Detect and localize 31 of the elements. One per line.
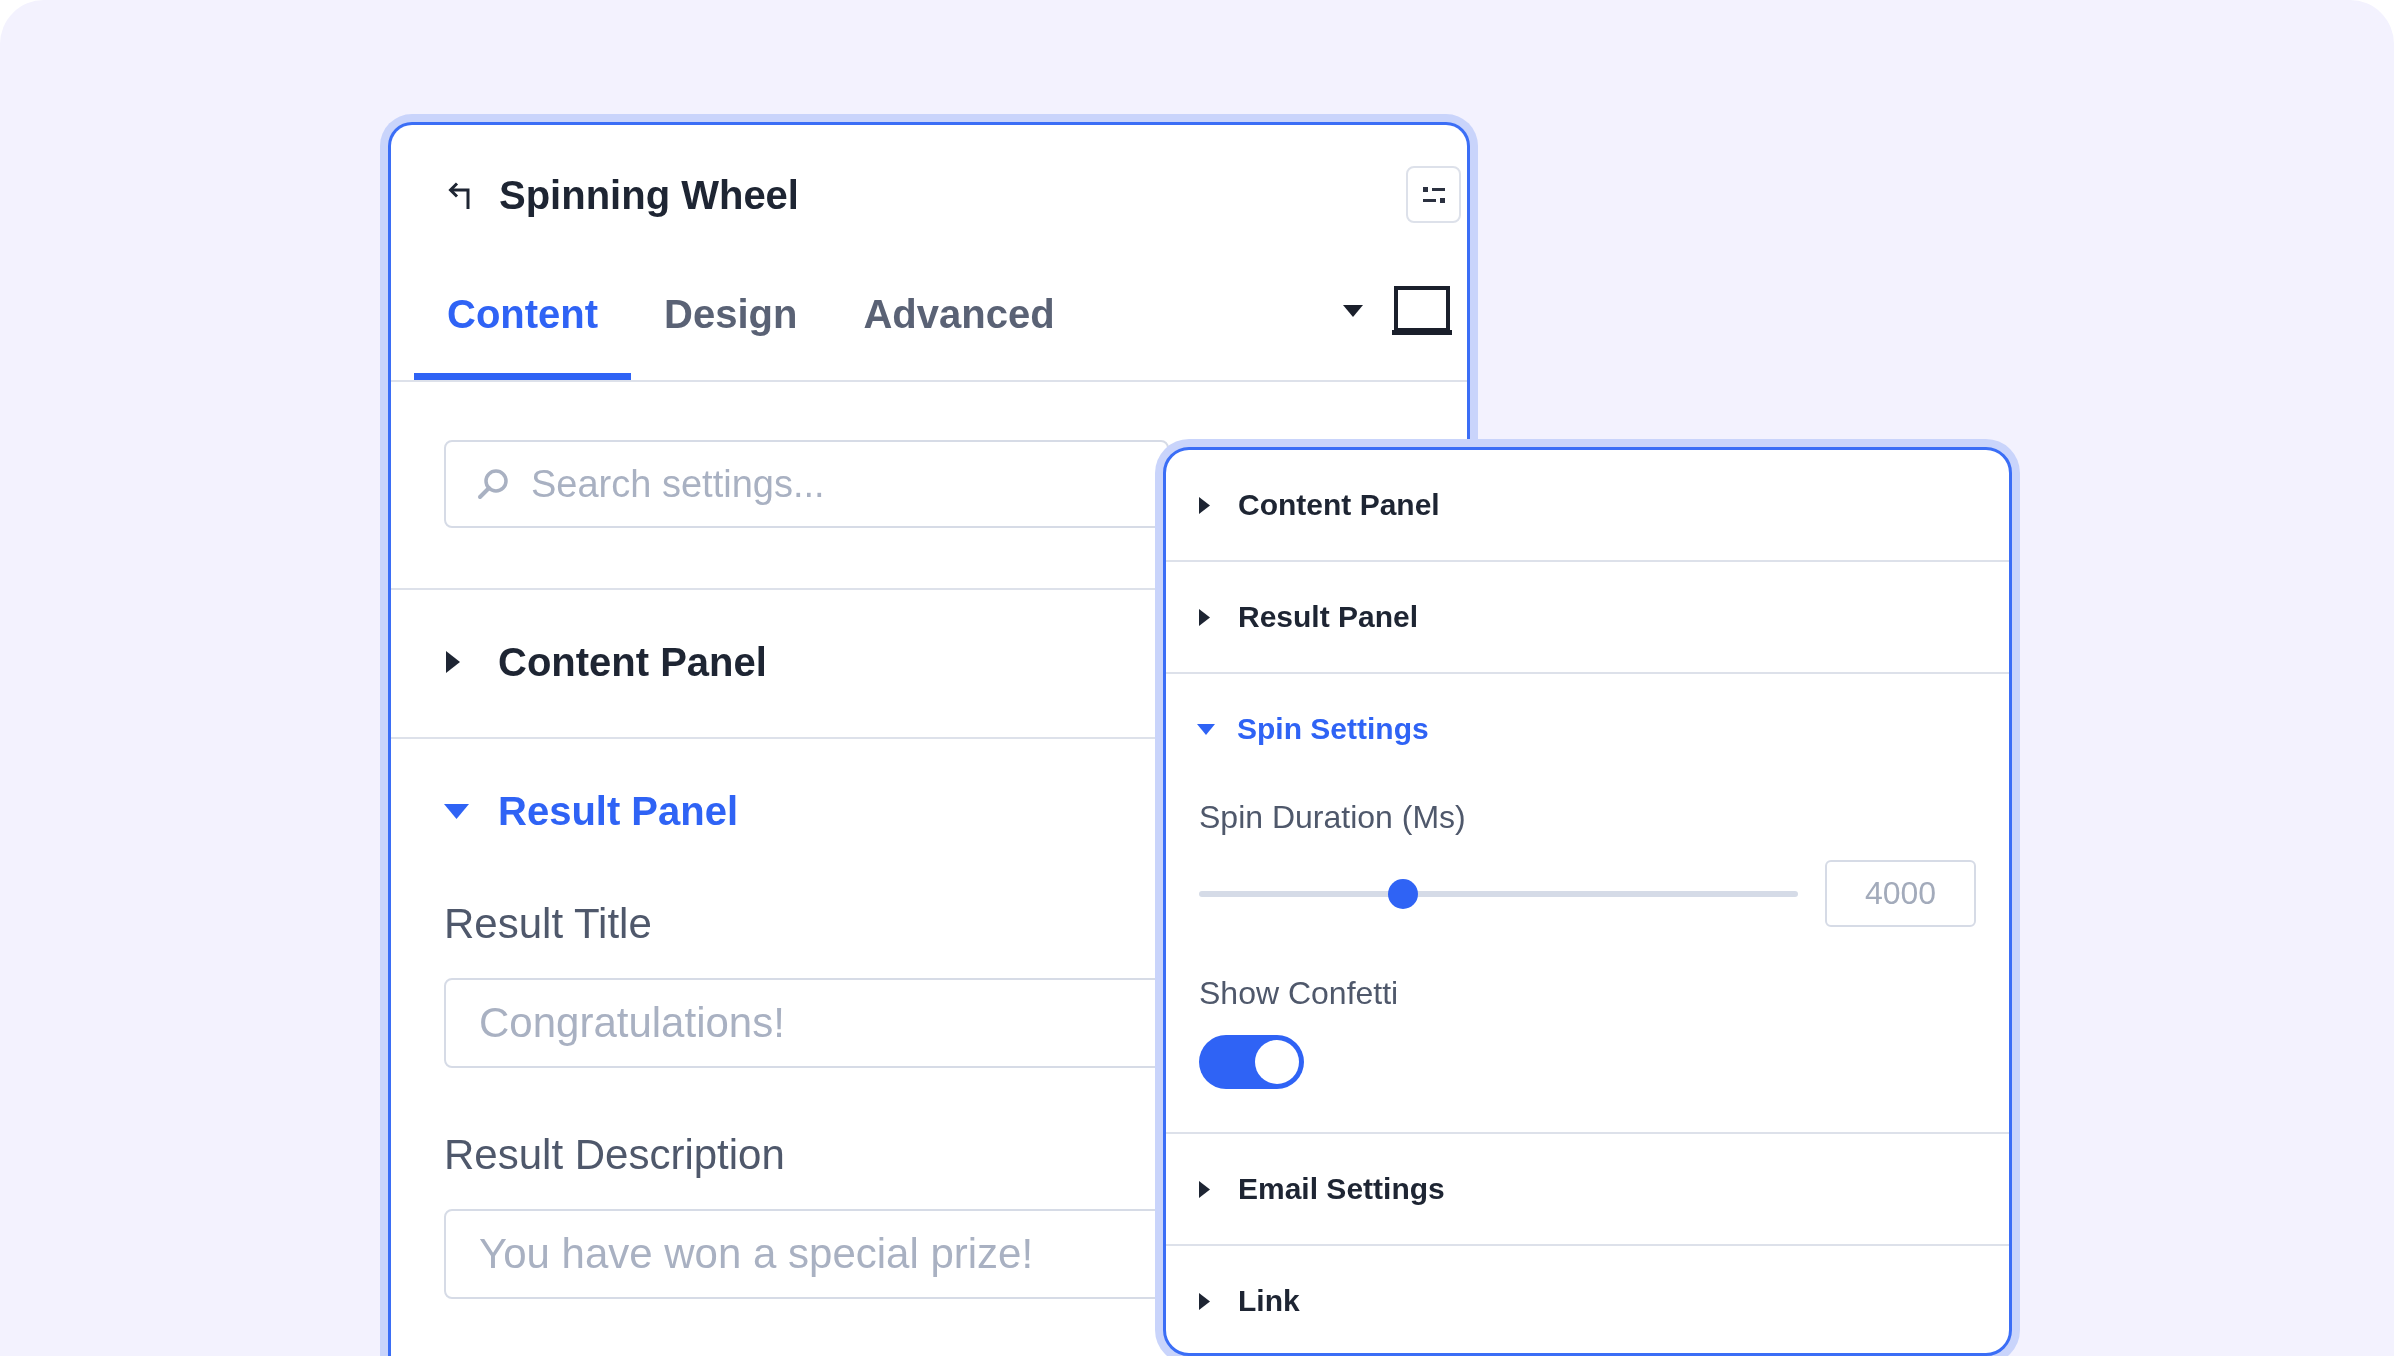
settings-button[interactable] xyxy=(1406,166,1461,223)
toggle-switch[interactable] xyxy=(1199,1035,1304,1089)
section-header[interactable]: Result Panel xyxy=(444,788,739,834)
caret-down-icon xyxy=(1197,723,1215,735)
field-label: Result Title xyxy=(444,901,652,947)
section-header[interactable]: Spin Settings xyxy=(1197,711,1429,747)
laptop-icon[interactable] xyxy=(1392,286,1452,336)
panel-title: Spinning Wheel xyxy=(499,171,799,218)
section-header[interactable]: Content Panel xyxy=(1199,487,1440,523)
search-field[interactable]: Search settings... xyxy=(444,440,1169,528)
caret-down-icon xyxy=(444,803,469,819)
section-header[interactable]: Content Panel xyxy=(446,639,767,685)
section-header[interactable]: Email Settings xyxy=(1199,1171,1445,1207)
back-icon[interactable] xyxy=(446,180,472,209)
caret-icon[interactable] xyxy=(1343,305,1363,317)
field-label: Show Confetti xyxy=(1199,975,1399,1011)
tab[interactable]: Content xyxy=(414,283,632,380)
caret-right-icon xyxy=(1199,496,1210,514)
search-icon xyxy=(477,468,509,500)
slider-thumb[interactable] xyxy=(1387,878,1418,909)
sliders-icon xyxy=(1422,185,1445,204)
caret-right-icon xyxy=(1199,1180,1210,1198)
caret-right-icon xyxy=(1199,1292,1210,1310)
section-header[interactable]: Result Panel xyxy=(1199,599,1419,635)
field-label: Spin Duration (Ms) xyxy=(1199,799,1466,835)
field-label: Result Description xyxy=(444,1132,785,1178)
caret-right-icon xyxy=(446,651,460,673)
section-header[interactable]: Link xyxy=(1199,1283,1300,1319)
tab[interactable]: Advanced xyxy=(830,283,1088,380)
caret-right-icon xyxy=(1199,608,1210,626)
tab[interactable]: Design xyxy=(631,283,831,380)
